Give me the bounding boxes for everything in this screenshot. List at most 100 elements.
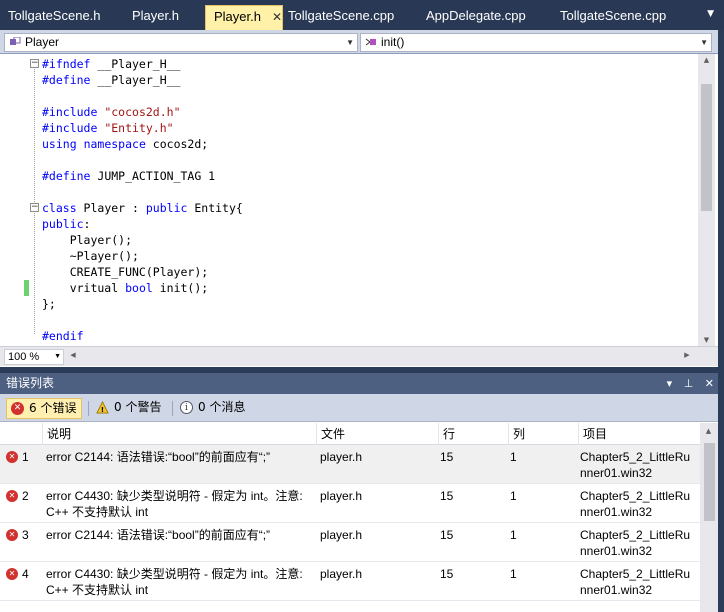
dropdown-icon[interactable]: ▾ [667, 377, 673, 390]
scope-label: Player [25, 35, 60, 49]
messages-count-label: 0 个消息 [198, 400, 246, 414]
editor-vertical-scrollbar[interactable]: ▲ ▼ [698, 54, 715, 346]
tab-label: AppDelegate.cpp [426, 8, 526, 23]
tab-player-h-active[interactable]: Player.h ✕ [205, 5, 283, 30]
scroll-up-icon[interactable]: ▲ [698, 56, 715, 64]
code-line-8: #define JUMP_ACTION_TAG 1 [42, 169, 216, 183]
code-line-4: #include "cocos2d.h" [42, 104, 181, 120]
tab-tollgatescene-cpp-2[interactable]: TollgateScene.cpp [552, 5, 682, 30]
error-row[interactable]: ✕ 2 error C4430: 缺少类型说明符 - 假定为 int。注意: C… [0, 484, 700, 523]
error-project: Chapter5_2_LittleRu [580, 528, 691, 542]
column-header-description[interactable]: 说明 [42, 423, 316, 445]
directive: #include [42, 121, 98, 135]
error-file: player.h [320, 567, 363, 581]
error-project-cont: nner01.win32 [580, 544, 653, 558]
tab-player-h[interactable]: Player.h [124, 5, 204, 30]
column-header-line[interactable]: 行 [438, 423, 508, 445]
error-project: Chapter5_2_LittleRu [580, 567, 691, 581]
tab-label: TollgateScene.cpp [560, 8, 667, 23]
code-line-14: CREATE_FUNC(Player); [42, 265, 209, 279]
method-icon [365, 38, 376, 46]
column-header-file[interactable]: 文件 [316, 423, 438, 445]
info-icon: i [180, 401, 193, 414]
scroll-up-icon[interactable]: ▲ [700, 427, 717, 435]
error-row[interactable]: ✕ 4 error C4430: 缺少类型说明符 - 假定为 int。注意: C… [0, 562, 700, 601]
error-filter-toolbar: ✕ 6 个错误 ! 0 个警告 i 0 个消息 [0, 394, 718, 422]
editor-bottom-bar: 100 % ▼ ◀ ▶ [0, 346, 718, 366]
scope-dropdown[interactable]: Player ▼ [4, 33, 358, 52]
tab-tollgatescene-h[interactable]: TollgateScene.h [0, 5, 122, 30]
column-header-column[interactable]: 列 [508, 423, 578, 445]
member-dropdown[interactable]: init() ▼ [360, 33, 712, 52]
code-line-10: class Player : public Entity{ [42, 201, 243, 215]
error-icon: ✕ [6, 529, 18, 541]
svg-text:!: ! [101, 405, 104, 414]
tab-appdelegate-cpp[interactable]: AppDelegate.cpp [418, 5, 540, 30]
error-column: 1 [510, 450, 517, 464]
error-list-scrollbar[interactable]: ▲ [700, 423, 718, 612]
error-project: Chapter5_2_LittleRu [580, 450, 691, 464]
error-project-cont: nner01.win32 [580, 505, 653, 519]
tab-overflow-dropdown-icon[interactable]: ▼ [707, 9, 714, 19]
scroll-right-icon[interactable]: ▶ [682, 351, 692, 359]
scroll-left-icon[interactable]: ◀ [68, 351, 78, 359]
zoom-dropdown[interactable]: 100 % ▼ [4, 349, 64, 365]
error-number: 3 [22, 528, 29, 542]
collapse-icon[interactable]: − [30, 203, 39, 212]
chevron-down-icon: ▼ [346, 38, 354, 47]
navigation-bar: Player ▼ init() ▼ [0, 30, 718, 54]
error-row[interactable]: ✕ 1 error C2144: 语法错误:“bool”的前面应有“;” pla… [0, 445, 700, 484]
error-row[interactable]: ✕ 3 error C2144: 语法错误:“bool”的前面应有“;” pla… [0, 523, 700, 562]
error-list-rows: ✕ 1 error C2144: 语法错误:“bool”的前面应有“;” pla… [0, 445, 700, 612]
error-description: error C2144: 语法错误:“bool”的前面应有“;” [46, 528, 271, 542]
code-line-6: using namespace cocos2d; [42, 137, 209, 151]
tab-tollgatescene-cpp[interactable]: TollgateScene.cpp [280, 5, 410, 30]
code-editor: Player ▼ init() ▼ ⇳ − − #ifndef __Player… [0, 30, 718, 367]
string-literal: "cocos2d.h" [104, 105, 181, 119]
column-header-project[interactable]: 项目 [578, 423, 700, 445]
error-column: 1 [510, 567, 517, 581]
close-icon[interactable]: ✕ [705, 377, 714, 390]
error-file: player.h [320, 489, 363, 503]
scrollbar-thumb[interactable] [704, 443, 715, 521]
code-area[interactable]: − − #ifndef __Player_H__ #define __Playe… [0, 54, 698, 346]
code-line-18: #endif [42, 328, 84, 344]
errors-filter-button[interactable]: ✕ 6 个错误 [6, 398, 83, 419]
error-description: error C4430: 缺少类型说明符 - 假定为 int。注意: [46, 567, 303, 581]
error-file: player.h [320, 450, 363, 464]
error-icon: ✕ [11, 402, 24, 415]
scrollbar-thumb[interactable] [701, 84, 712, 211]
code-line-1: #ifndef __Player_H__ [42, 57, 181, 71]
member-label: init() [381, 35, 405, 49]
error-description: error C2144: 语法错误:“bool”的前面应有“;” [46, 450, 271, 464]
error-line: 15 [440, 450, 454, 464]
error-number: 2 [22, 489, 29, 503]
code-line-5: #include "Entity.h" [42, 120, 174, 136]
error-number: 1 [22, 450, 29, 464]
code-line-15: vritual bool init(); [42, 281, 209, 295]
pin-icon[interactable]: ⊥ [684, 377, 694, 390]
collapse-icon[interactable]: − [30, 59, 39, 68]
error-project-cont: nner01.win32 [580, 583, 653, 597]
messages-filter-button[interactable]: i 0 个消息 [176, 398, 250, 419]
error-line: 15 [440, 567, 454, 581]
error-icon: ✕ [6, 451, 18, 463]
error-list-titlebar: 错误列表 ▾ ⊥ ✕ [0, 373, 718, 394]
error-icon: ✕ [6, 568, 18, 580]
error-description: error C4430: 缺少类型说明符 - 假定为 int。注意: [46, 489, 303, 503]
warnings-count-label: 0 个警告 [114, 400, 162, 414]
outline-guide [34, 64, 35, 334]
error-list-header: 说明 文件 行 列 项目 [0, 423, 700, 445]
warning-icon: ! [96, 401, 109, 414]
separator [172, 401, 173, 416]
error-list-panel: 错误列表 ▾ ⊥ ✕ ✕ 6 个错误 ! 0 个警告 i 0 个消息 说明 文件… [0, 373, 718, 612]
window-edge [718, 30, 724, 612]
scroll-down-icon[interactable]: ▼ [698, 336, 715, 344]
warnings-filter-button[interactable]: ! 0 个警告 [92, 398, 166, 419]
code-line-11: public: [42, 217, 91, 231]
code-line-12: Player(); [42, 233, 133, 247]
error-project-cont: nner01.win32 [580, 466, 653, 480]
directive: #define [42, 73, 91, 87]
change-indicator [24, 280, 29, 296]
directive: #ifndef [42, 57, 91, 71]
